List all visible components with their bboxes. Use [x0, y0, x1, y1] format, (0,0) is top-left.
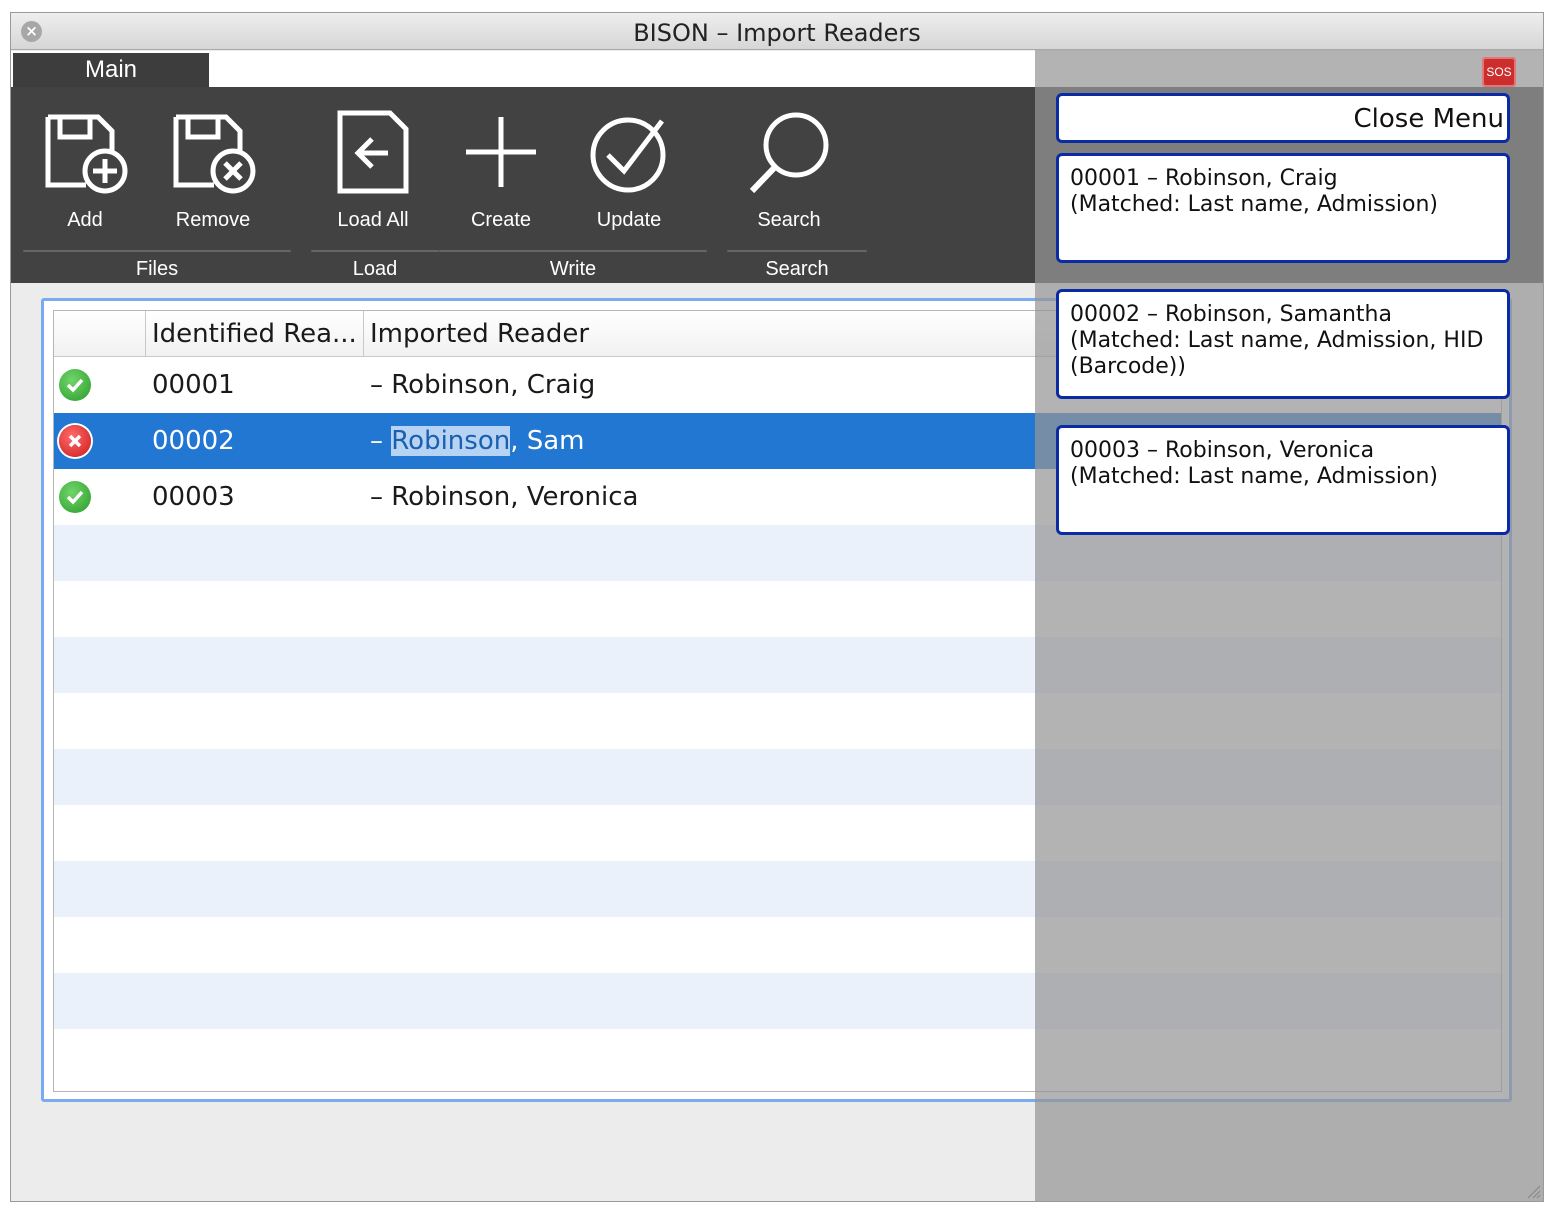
match-detail: (Matched: Last name, Admission): [1070, 192, 1439, 217]
create-label: Create: [470, 209, 532, 231]
create-button[interactable]: Create: [437, 87, 565, 252]
match-title: 00003 – Robinson, Veronica: [1070, 438, 1375, 463]
error-status-icon: [59, 425, 91, 457]
group-write-label: Write: [549, 258, 597, 280]
tab-main[interactable]: Main: [13, 53, 209, 87]
match-title: 00002 – Robinson, Samantha: [1070, 302, 1392, 327]
window-title: BISON – Import Readers: [633, 19, 921, 47]
matched-status-icon: [59, 369, 91, 401]
identified-reader-cell: 00001: [152, 370, 235, 400]
save-remove-icon: [173, 114, 256, 194]
match-option-00002[interactable]: 00002 – Robinson, Samantha (Matched: Las…: [1056, 289, 1510, 399]
search-button[interactable]: Search: [725, 87, 853, 252]
title-bar: × BISON – Import Readers: [11, 13, 1543, 50]
group-load: Load: [311, 250, 439, 284]
load-all-label: Load All: [337, 209, 409, 231]
matched-status-icon: [59, 481, 91, 513]
search-icon: [749, 112, 829, 194]
search-label: Search: [757, 209, 821, 231]
match-detail: (Matched: Last name, Admission, HID (Bar…: [1070, 328, 1484, 379]
close-menu-label: Close Menu: [1353, 104, 1504, 134]
group-search-label: Search: [765, 258, 829, 280]
group-load-label: Load: [352, 258, 398, 280]
group-search: Search: [727, 250, 867, 284]
match-option-00003[interactable]: 00003 – Robinson, Veronica (Matched: Las…: [1056, 425, 1510, 535]
highlighted-text: Robinson: [391, 426, 511, 456]
add-button[interactable]: Add: [21, 87, 149, 252]
imported-reader-cell: – Robinson, Sam: [370, 426, 585, 456]
save-add-icon: [45, 114, 128, 194]
identified-reader-cell: 00002: [152, 426, 235, 456]
add-label: Add: [67, 209, 103, 231]
imported-reader-cell: – Robinson, Veronica: [370, 482, 639, 512]
close-menu-button[interactable]: Close Menu: [1056, 93, 1510, 143]
resize-grip-icon[interactable]: [1523, 1181, 1541, 1199]
update-button[interactable]: Update: [565, 87, 693, 252]
group-files: Files: [23, 250, 291, 284]
import-icon: [337, 110, 409, 194]
match-option-00001[interactable]: 00001 – Robinson, Craig (Matched: Last n…: [1056, 153, 1510, 263]
imported-reader-cell: – Robinson, Craig: [370, 370, 596, 400]
sos-button[interactable]: SOS: [1482, 57, 1516, 87]
update-label: Update: [596, 209, 662, 231]
match-title: 00001 – Robinson, Craig: [1070, 166, 1338, 191]
column-header-identified-reader[interactable]: Identified Rea...: [146, 311, 364, 357]
identified-reader-cell: 00003: [152, 482, 235, 512]
match-detail: (Matched: Last name, Admission): [1070, 464, 1439, 489]
app-window: × BISON – Import Readers Main Add Remove…: [10, 12, 1544, 1202]
remove-label: Remove: [175, 209, 251, 231]
plus-icon: [466, 117, 536, 187]
check-circle-icon: [590, 117, 666, 193]
remove-button[interactable]: Remove: [149, 87, 277, 252]
group-files-label: Files: [135, 258, 179, 280]
column-header-status[interactable]: [54, 311, 146, 357]
load-all-button[interactable]: Load All: [309, 87, 437, 252]
group-write: Write: [439, 250, 707, 284]
